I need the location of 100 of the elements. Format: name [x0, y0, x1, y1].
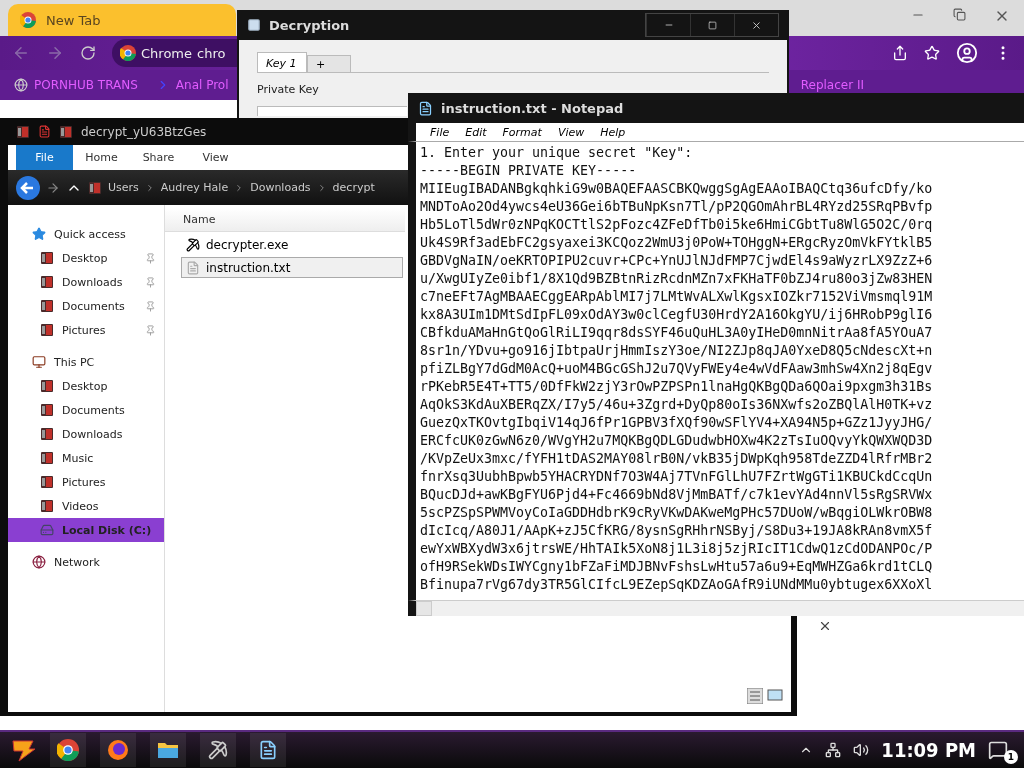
breadcrumb-item[interactable]: Users [108, 181, 139, 194]
close-icon[interactable] [818, 619, 832, 633]
ribbon-tab[interactable]: Share [130, 145, 187, 170]
notepad-icon [258, 740, 278, 760]
back-button[interactable] [16, 175, 40, 200]
maximize-icon[interactable] [708, 20, 717, 30]
nav-item[interactable]: Pictures [8, 318, 164, 342]
new-folder-icon [59, 124, 73, 139]
text-line: rPKebR5E4T+TT5/0DfFkW2zjY3rOwPZPSPn1lnaHgQKBgQDa6QOai9pxgm3h31Bs [420, 378, 934, 396]
nav-item[interactable]: Downloads [8, 270, 164, 294]
file-row[interactable]: instruction.txt [181, 257, 403, 278]
text-line: c7neEFt7AgMBAAECggEARpAblMI7j7LMtWvALXwlKgsxIOZkr7152ViVmsmql91M [420, 288, 934, 306]
reload-icon[interactable] [80, 45, 96, 61]
folder-icon [40, 323, 54, 337]
horizontal-scrollbar[interactable] [408, 600, 1024, 616]
clock[interactable]: 11:09 PM [881, 738, 976, 762]
pickaxe-icon [208, 740, 228, 760]
nav-item[interactable]: Downloads [8, 422, 164, 446]
text-line: Hb5LoTl5dWr0zNPqKOCTtlS2pFozc4ZFeDfTb0i5ke6HmiCGbtTu8WlG5O2C/0rq [420, 216, 934, 234]
key-tab[interactable]: + [307, 55, 351, 72]
text-line: CBfkduAMaHnGtQoGlRiLI9qqr8dsSYF46uQuHL3A0yIHeD0mnNitrAa8fA5YOuA7 [420, 324, 934, 342]
ribbon-tab[interactable]: View [187, 145, 244, 170]
monitor-icon [32, 355, 46, 369]
folder-icon [40, 275, 54, 289]
profile-icon[interactable] [956, 42, 978, 64]
menu-item[interactable]: View [557, 125, 585, 139]
nav-item[interactable]: Desktop [8, 374, 164, 398]
window-title: Decryption [269, 17, 350, 33]
text-line: GBDVgNaIN/oeKRTOPIPU2cuvr+CPc+YnUJlNJdFMP7CjwdEl4s9aWyzrLX9ZzZ+6 [420, 252, 934, 270]
bookmark[interactable]: PORNHUB TRANS [14, 78, 138, 92]
text-line: 1. Enter your unique secret "Key": [420, 144, 694, 162]
window-title: decrypt_yU63BtzGes [81, 124, 207, 139]
forward-icon[interactable] [46, 180, 60, 195]
thumbnail-view-icon[interactable] [767, 688, 783, 702]
menu-item[interactable]: Format [502, 125, 542, 139]
start-logo-icon[interactable] [10, 737, 36, 763]
text-line: kx8A3UIm1DMtSdIpFL09xOdAY3w0clCegfU30HrdY2A16OkgYU/ij6HRobP9glI6 [420, 306, 934, 324]
key-tab[interactable]: Key 1 [257, 52, 307, 72]
folder-icon [40, 403, 54, 417]
text-line: ofH9RSekWDsIWYCgny1bFZaFiMDJBNvFshsLwHtu57a6u9+EqMWHZGa6krd1tCLQ [420, 558, 934, 576]
breadcrumb-item[interactable]: Audrey Hale [160, 181, 229, 194]
chrome-logo-icon [120, 45, 136, 61]
folder-icon [40, 251, 54, 265]
private-key-field[interactable] [257, 106, 407, 116]
folder-icon [40, 451, 54, 465]
folder-icon [157, 741, 179, 759]
menu-item[interactable]: Edit [465, 125, 487, 139]
nav-item[interactable]: Quick access [8, 222, 164, 246]
folder-icon [40, 427, 54, 441]
text-area[interactable] [408, 141, 1024, 600]
network-icon[interactable] [825, 742, 842, 758]
firefox-icon [107, 739, 129, 761]
nav-item[interactable]: This PC [8, 350, 164, 374]
app-icon [247, 18, 261, 32]
text-file-icon [186, 260, 200, 275]
browser-tab[interactable]: New Tab [8, 4, 236, 36]
nav-item[interactable]: Desktop [8, 246, 164, 270]
pickaxe-icon [186, 237, 200, 252]
restore-icon[interactable] [953, 8, 966, 21]
text-line: u/XwgUIyZe0ibf1/8X1Qd9BZBtnRizRcdnMZn7xFKHaTF0bZJ4ru80o3jZw83HEN [420, 270, 934, 288]
folder-icon [40, 499, 54, 513]
taskbar-app[interactable] [150, 733, 186, 767]
notification-count: 1 [1004, 750, 1018, 764]
address-bar[interactable]: Chrome chro [112, 39, 240, 67]
globe-icon [14, 78, 28, 92]
text-line: ERCfcUK0zGwN6z0/WVgYH2u7MQKBgQDLGDudwbHOXw4K2zTsIuOQvyYkQWXWQD3D [420, 432, 934, 450]
breadcrumb-item[interactable]: Downloads [250, 181, 311, 194]
bookmark[interactable]: Replacer II [800, 78, 864, 92]
chrome-logo-icon [20, 12, 36, 28]
text-line: AqOkS3KdAuXBERqZX/I7y5/46u+3Zgrd+DyQp80oIs36NXwfs2oZBQlAlH0TK+vz [420, 396, 934, 414]
text-line: Bfinupa7rVg67dy3TR5GlCIfcL9EZepSqKDZAoGAfR9iUNdMMu0ybtugex6XXoXl [420, 576, 934, 594]
nav-item[interactable]: Documents [8, 294, 164, 318]
ribbon-tab[interactable]: Home [73, 145, 130, 170]
bookmark-star-icon[interactable] [924, 45, 940, 61]
site-name: Chrome [141, 45, 192, 61]
properties-icon[interactable] [38, 125, 51, 138]
taskbar-app[interactable] [100, 733, 136, 767]
taskbar-app[interactable] [250, 733, 286, 767]
folder-icon [40, 299, 54, 313]
bookmark[interactable]: Anal Prol [155, 78, 229, 92]
menu-item[interactable]: File [430, 125, 450, 139]
text-line: ewYxWBXydW3x6jtrsWE/HhTAIk5XoN8j1L3i8j5zjRIcIT1CdwQ1zCdODANPOc/P [420, 540, 934, 558]
menu-item[interactable]: Help [600, 125, 626, 139]
volume-icon[interactable] [853, 742, 870, 758]
taskbar-app[interactable] [50, 733, 86, 767]
nav-item[interactable]: Documents [8, 398, 164, 422]
text-line: pfiZLBgY7dGdM0AcQ+uoM4BGcGShJ2u7QVyFWEy4e4wVdFAaw3mhSw4Xn2j8qEgv [420, 360, 934, 378]
file-row[interactable]: decrypter.exe [181, 234, 403, 255]
share-icon[interactable] [892, 45, 908, 61]
text-line: Uk4S9Rf3adEbFC2gsyaxei3KCQoz2WmU3j0PoW+TOHggN+ERgcRyzOmVkFYtklB5 [420, 234, 934, 252]
text-line: MNDToAo2Od4ywcs4eU36Gei6bTBuNpKsn7Tl/pP2QGOmAhrBL4RYzd25SRqPBvfp [420, 198, 934, 216]
close-icon[interactable] [751, 19, 762, 31]
globe-icon [32, 555, 46, 569]
ribbon-tab[interactable]: File [16, 145, 73, 170]
breadcrumb-item[interactable]: decrypt [332, 181, 375, 194]
nav-item[interactable]: Music [8, 446, 164, 470]
nav-item[interactable]: Pictures [8, 470, 164, 494]
taskbar-app[interactable] [200, 733, 236, 767]
nav-item[interactable]: Network [8, 550, 164, 574]
nav-item[interactable]: Videos [8, 494, 164, 518]
